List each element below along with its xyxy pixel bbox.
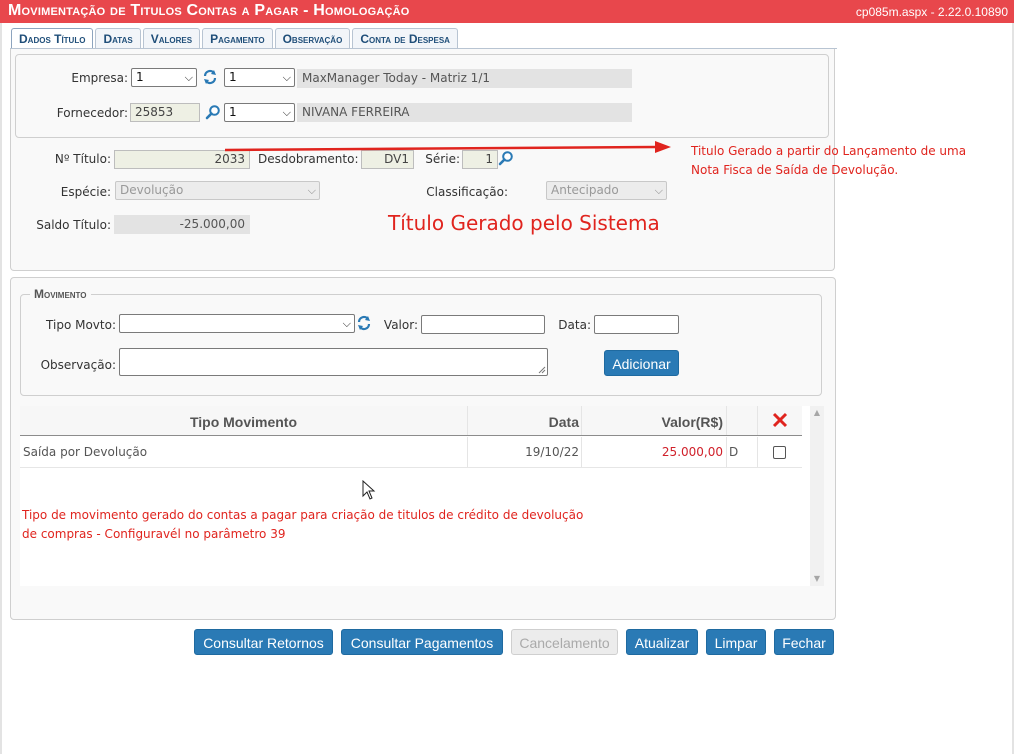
- empresa-sub-select[interactable]: 1 ⌵: [224, 68, 295, 87]
- cancelamento-button[interactable]: Cancelamento: [511, 629, 618, 655]
- consultar-retornos-button[interactable]: Consultar Retornos: [194, 629, 333, 655]
- fornecedor-code-field[interactable]: 25853: [130, 103, 200, 122]
- saldo-titulo-label: Saldo Título:: [36, 218, 111, 232]
- annotation-arrow: [225, 141, 671, 153]
- tab-dados-titulo[interactable]: Dados Título: [11, 28, 94, 50]
- movimento-grid: Tipo Movimento Data Valor(R$) Saída por …: [20, 406, 824, 586]
- cell-data: 19/10/22: [525, 445, 579, 459]
- fornecedor-name-field: NIVANA FERREIRA: [297, 103, 632, 122]
- limpar-button[interactable]: Limpar: [706, 629, 766, 655]
- cell-dc: D: [729, 445, 739, 459]
- movimento-legend: Movimento: [30, 287, 91, 301]
- fechar-button[interactable]: Fechar: [774, 629, 834, 655]
- atualizar-button[interactable]: Atualizar: [626, 629, 698, 655]
- adicionar-button[interactable]: Adicionar: [604, 350, 679, 376]
- annotation-arrow-note-line-1: Titulo Gerado a partir do Lançamento de …: [691, 144, 967, 158]
- annotation-arrow-note: Titulo Gerado a partir do Lançamento de …: [691, 142, 1011, 180]
- column-header-valor: Valor(R$): [661, 414, 723, 430]
- column-header-data: Data: [548, 414, 579, 430]
- chevron-down-icon: ⌵: [282, 106, 291, 119]
- delete-x-icon[interactable]: [772, 412, 788, 428]
- fornecedor-sub-select-value: 1: [229, 105, 237, 119]
- cell-tipo: Saída por Devolução: [23, 445, 148, 459]
- classificacao-label: Classificação:: [426, 185, 508, 199]
- grid-header: Tipo Movimento Data Valor(R$): [20, 406, 802, 436]
- classificacao-select[interactable]: Antecipado ⌵: [546, 181, 667, 200]
- window-title: Movimentação de Titulos Contas a Pagar -…: [8, 2, 410, 19]
- tab-datas[interactable]: Datas: [95, 28, 141, 49]
- empresa-fornecedor-panel: [15, 54, 829, 138]
- resize-grip-icon[interactable]: [538, 366, 546, 374]
- column-divider: [726, 437, 727, 467]
- empresa-sub-select-value: 1: [229, 70, 237, 84]
- tab-bar: Dados Título Datas Valores Pagamento Obs…: [11, 28, 460, 50]
- column-divider: [726, 406, 727, 435]
- data-label: Data:: [558, 318, 591, 332]
- annotation-grid-note-line-2: de compras - Configuravél no parâmetro 3…: [22, 527, 286, 541]
- tab-valores[interactable]: Valores: [142, 28, 201, 49]
- annotation-big-note: Título Gerado pelo Sistema: [388, 211, 660, 235]
- empresa-select[interactable]: 1 ⌵: [131, 68, 197, 87]
- observacao-textarea[interactable]: [119, 348, 548, 376]
- valor-label: Valor:: [383, 318, 418, 332]
- left-edge: [0, 23, 2, 754]
- row-checkbox[interactable]: [773, 446, 786, 459]
- fornecedor-label: Fornecedor:: [56, 106, 128, 120]
- window-version: cp085m.aspx - 2.22.0.10890: [855, 5, 1008, 19]
- chevron-down-icon: ⌵: [307, 184, 316, 197]
- column-divider: [757, 406, 758, 435]
- column-header-tipo: Tipo Movimento: [189, 414, 298, 430]
- chevron-down-icon: ⌵: [342, 317, 351, 330]
- refresh-icon[interactable]: [202, 69, 218, 85]
- search-icon[interactable]: [205, 104, 221, 120]
- data-input[interactable]: [594, 315, 679, 334]
- empresa-select-value: 1: [136, 70, 144, 84]
- especie-label: Espécie:: [60, 185, 111, 199]
- cell-valor: 25.000,00: [661, 445, 723, 459]
- grid-scrollbar[interactable]: ▲ ▼: [810, 406, 824, 586]
- annotation-arrow-note-line-2: Nota Fisca de Saída de Devolução.: [691, 163, 899, 177]
- especie-select-value: Devolução: [120, 183, 184, 197]
- empresa-label: Empresa:: [71, 71, 128, 85]
- fornecedor-sub-select[interactable]: 1 ⌵: [224, 103, 295, 122]
- mouse-cursor-icon: [362, 480, 376, 500]
- empresa-name-field: MaxManager Today - Matriz 1/1: [297, 69, 632, 88]
- numero-titulo-label: Nº Título:: [54, 152, 111, 166]
- column-divider: [757, 437, 758, 467]
- chevron-down-icon: ⌵: [282, 71, 291, 84]
- consultar-pagamentos-button[interactable]: Consultar Pagamentos: [341, 629, 503, 655]
- tipo-movto-select[interactable]: ⌵: [119, 314, 355, 333]
- tipo-movto-label: Tipo Movto:: [46, 318, 116, 332]
- classificacao-select-value: Antecipado: [551, 183, 619, 197]
- annotation-grid-note-line-1: Tipo de movimento gerado do contas a pag…: [22, 508, 584, 522]
- tab-observacao[interactable]: Observação: [274, 28, 351, 49]
- tab-pagamento[interactable]: Pagamento: [202, 28, 273, 49]
- valor-input[interactable]: [421, 315, 545, 334]
- table-row[interactable]: Saída por Devolução 19/10/22 25.000,00 D: [20, 437, 802, 468]
- movimento-fieldset: [20, 294, 822, 396]
- chevron-down-icon: ⌵: [184, 71, 193, 84]
- especie-select[interactable]: Devolução ⌵: [115, 181, 320, 200]
- scroll-down-icon[interactable]: ▼: [810, 572, 824, 586]
- saldo-titulo-field: -25.000,00: [114, 215, 250, 234]
- refresh-icon[interactable]: [356, 315, 372, 331]
- tab-conta-despesa[interactable]: Conta de Despesa: [352, 28, 458, 49]
- annotation-grid-note: Tipo de movimento gerado do contas a pag…: [22, 506, 682, 544]
- scroll-up-icon[interactable]: ▲: [810, 406, 824, 420]
- chevron-down-icon: ⌵: [654, 184, 663, 197]
- observacao-label: Observação:: [40, 358, 116, 372]
- title-bar: Movimentação de Titulos Contas a Pagar -…: [0, 0, 1014, 23]
